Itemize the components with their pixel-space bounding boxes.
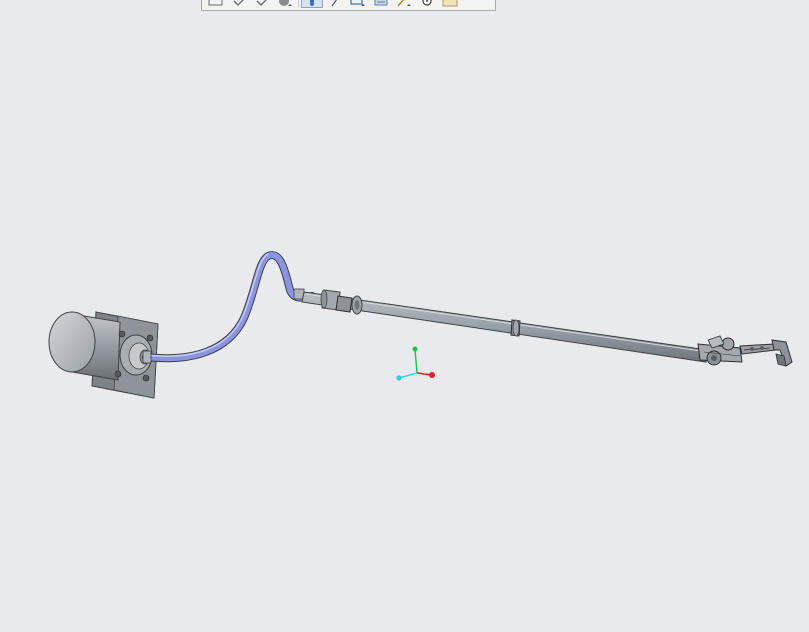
coordinate-triad [396, 346, 435, 381]
model-scene[interactable] [0, 0, 809, 632]
gripper-assembly[interactable] [697, 335, 793, 367]
shaft[interactable] [301, 289, 709, 363]
motor[interactable] [48, 311, 159, 399]
hose[interactable] [142, 251, 316, 364]
triad-z-axis [398, 372, 418, 379]
triad-y-axis [414, 348, 418, 374]
3d-viewport[interactable] [0, 0, 809, 632]
